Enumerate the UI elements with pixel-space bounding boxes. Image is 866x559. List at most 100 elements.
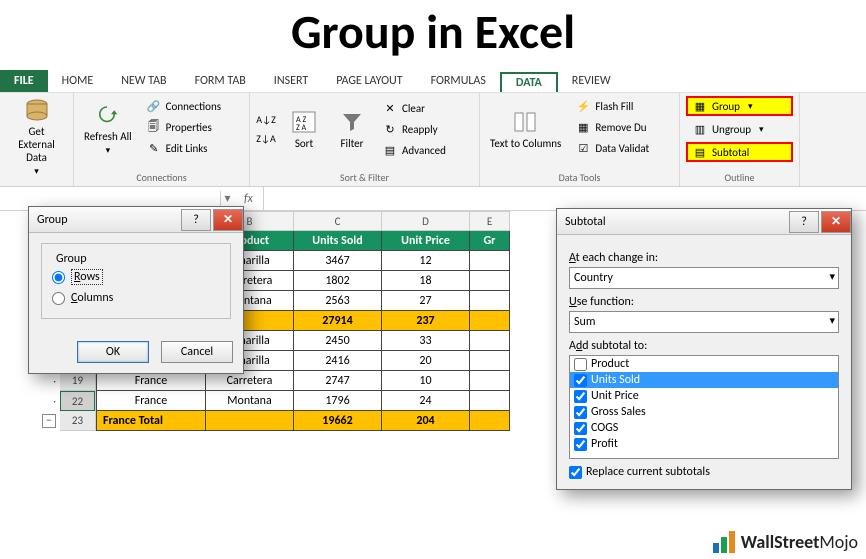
checklist-item[interactable]: Gross Sales	[570, 404, 838, 420]
cell[interactable]	[206, 411, 294, 431]
cell[interactable]: 204	[382, 411, 470, 431]
text-to-columns-icon	[510, 109, 542, 135]
connections-button[interactable]: 🔗Connections	[144, 97, 223, 115]
cell[interactable]: 1802	[294, 271, 382, 291]
checklist-item[interactable]: Profit	[570, 436, 838, 452]
add-subtotal-list[interactable]: ProductUnits SoldUnit PriceGross SalesCO…	[569, 355, 839, 459]
column-header[interactable]: E	[470, 211, 510, 231]
at-each-select[interactable]	[569, 267, 839, 289]
column-header[interactable]: C	[294, 211, 382, 231]
text-to-columns-button[interactable]: Text to Columns	[486, 97, 565, 161]
cell[interactable]: 24	[382, 391, 470, 411]
cell[interactable]: 237	[382, 311, 470, 331]
cell[interactable]: Carretera	[206, 371, 294, 391]
sort-za-button[interactable]: Z↓A	[256, 130, 276, 148]
get-external-data-button[interactable]: Get External Data ▾	[6, 97, 67, 177]
cell[interactable]	[470, 271, 510, 291]
row-header[interactable]: 23	[60, 411, 95, 431]
tab-pagelayout[interactable]: PAGE LAYOUT	[322, 70, 416, 92]
help-button[interactable]: ?	[181, 209, 211, 231]
cell[interactable]	[470, 391, 510, 411]
cell[interactable]	[470, 251, 510, 271]
edit-links-button[interactable]: ✎Edit Links	[144, 139, 223, 157]
checklist-item[interactable]: Unit Price	[570, 388, 838, 404]
tab-insert[interactable]: INSERT	[260, 70, 322, 92]
tab-formtab[interactable]: Form Tab	[181, 70, 260, 92]
columns-radio[interactable]: Columns	[52, 288, 220, 308]
collapse-button[interactable]: −	[42, 414, 56, 428]
cell[interactable]	[470, 351, 510, 371]
formula-input[interactable]	[264, 187, 866, 210]
radio-input[interactable]	[52, 271, 65, 284]
namebox-dropdown[interactable]: ▾	[220, 191, 234, 206]
group-button[interactable]: ▦Group▾	[686, 96, 793, 116]
data-validation-button[interactable]: ☑Data Validat	[573, 139, 651, 157]
help-button[interactable]: ?	[789, 211, 819, 233]
cell[interactable]: 18	[382, 271, 470, 291]
reapply-button[interactable]: ↻Reapply	[380, 120, 448, 138]
cell[interactable]: 27	[382, 291, 470, 311]
row-header[interactable]: 22	[60, 391, 95, 411]
properties-button[interactable]: 🗐Properties	[144, 118, 223, 136]
radio-input[interactable]	[52, 292, 65, 305]
column-header[interactable]: D	[382, 211, 470, 231]
outline-dot: ·	[53, 375, 56, 388]
checklist-item[interactable]: COGS	[570, 420, 838, 436]
cell[interactable]	[470, 371, 510, 391]
cell[interactable]: 3467	[294, 251, 382, 271]
cell[interactable]: 2416	[294, 351, 382, 371]
cell[interactable]	[470, 331, 510, 351]
tab-file[interactable]: FILE	[0, 70, 48, 92]
cell[interactable]	[470, 311, 510, 331]
cell[interactable]: 12	[382, 251, 470, 271]
advanced-button[interactable]: ▤Advanced	[380, 141, 448, 159]
replace-checkbox[interactable]	[569, 466, 582, 479]
cell[interactable]: 27914	[294, 311, 382, 331]
cell[interactable]: 20	[382, 351, 470, 371]
cell[interactable]: 2747	[294, 371, 382, 391]
cancel-button[interactable]: Cancel	[161, 341, 233, 363]
checkbox[interactable]	[574, 438, 587, 451]
checklist-item[interactable]: Product	[570, 356, 838, 372]
ok-button[interactable]: OK	[77, 341, 149, 363]
tab-home[interactable]: HOME	[48, 70, 108, 92]
cell[interactable]: France	[96, 371, 206, 391]
checkbox[interactable]	[574, 390, 587, 403]
tab-data[interactable]: DATA	[500, 72, 558, 92]
checklist-item[interactable]: Units Sold	[570, 372, 838, 388]
checkbox[interactable]	[574, 406, 587, 419]
row-header[interactable]: 19	[60, 371, 95, 391]
remove-duplicates-button[interactable]: ▦Remove Du	[573, 118, 651, 136]
cell[interactable]	[470, 411, 510, 431]
cell[interactable]: 33	[382, 331, 470, 351]
checkbox[interactable]	[574, 358, 587, 371]
rows-radio[interactable]: Rows	[52, 266, 220, 288]
cell[interactable]: 2563	[294, 291, 382, 311]
cell[interactable]: 1796	[294, 391, 382, 411]
checkbox[interactable]	[574, 374, 587, 387]
cell[interactable]: France Total	[96, 411, 206, 431]
cell[interactable]	[470, 291, 510, 311]
cell[interactable]: 10	[382, 371, 470, 391]
close-button[interactable]: ✕	[213, 209, 243, 231]
ungroup-icon: ▥	[692, 121, 708, 137]
checkbox[interactable]	[574, 422, 587, 435]
cell[interactable]: Montana	[206, 391, 294, 411]
tab-newtab[interactable]: New Tab	[107, 70, 180, 92]
use-function-select[interactable]	[569, 311, 839, 333]
sort-az-button[interactable]: A↓Z	[256, 111, 276, 129]
cell[interactable]: 2450	[294, 331, 382, 351]
filter-button[interactable]: Filter	[332, 109, 372, 150]
ungroup-button[interactable]: ▥Ungroup▾	[686, 119, 793, 139]
refresh-all-button[interactable]: Refresh All ▾	[80, 97, 136, 161]
cell[interactable]: France	[96, 391, 206, 411]
tab-formulas[interactable]: FORMULAS	[417, 70, 500, 92]
tab-review[interactable]: REVIEW	[558, 70, 625, 92]
cell[interactable]: 19662	[294, 411, 382, 431]
flash-fill-button[interactable]: ⚡Flash Fill	[573, 97, 651, 115]
close-button[interactable]: ✕	[821, 211, 851, 233]
clear-button[interactable]: ✕Clear	[380, 99, 448, 117]
subtotal-button[interactable]: ▤Subtotal	[686, 142, 793, 162]
sort-button[interactable]: A ZZ A Sort	[284, 109, 324, 150]
replace-checkbox-row[interactable]: Replace current subtotals	[569, 465, 839, 479]
